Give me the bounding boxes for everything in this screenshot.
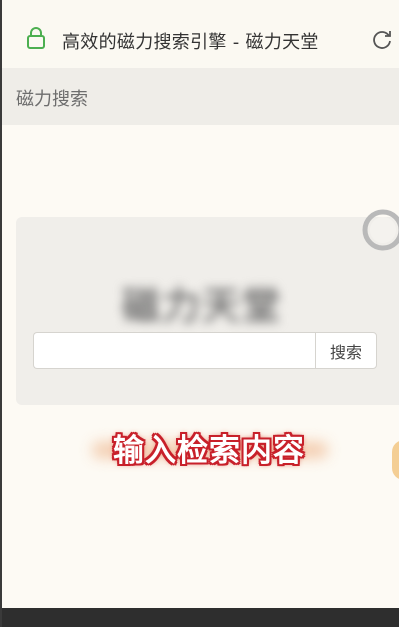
reload-icon[interactable]	[371, 28, 393, 50]
brand-logo: 磁力天堂	[122, 284, 283, 328]
floating-edge-button-icon[interactable]	[392, 440, 399, 480]
site-header-title[interactable]: 磁力搜索	[16, 85, 88, 111]
page-title: 高效的磁力搜索引擎 - 磁力天堂	[62, 32, 319, 53]
main-content: 磁力天堂 搜索 输入检索内容	[0, 125, 399, 608]
search-input[interactable]	[33, 332, 315, 369]
tutorial-caption: 输入检索内容	[113, 433, 305, 469]
search-card: 磁力天堂 搜索	[16, 217, 399, 405]
mobile-browser-screen: 高效的磁力搜索引擎 - 磁力天堂 磁力搜索 磁力天堂 搜索 输入检索内容	[0, 0, 399, 627]
lock-icon	[27, 27, 45, 49]
bottom-bar	[0, 608, 399, 627]
loading-spinner-icon	[362, 209, 399, 251]
search-button[interactable]: 搜索	[315, 332, 377, 369]
site-header: 磁力搜索	[0, 68, 399, 125]
address-bar[interactable]: 高效的磁力搜索引擎 - 磁力天堂	[0, 0, 399, 68]
